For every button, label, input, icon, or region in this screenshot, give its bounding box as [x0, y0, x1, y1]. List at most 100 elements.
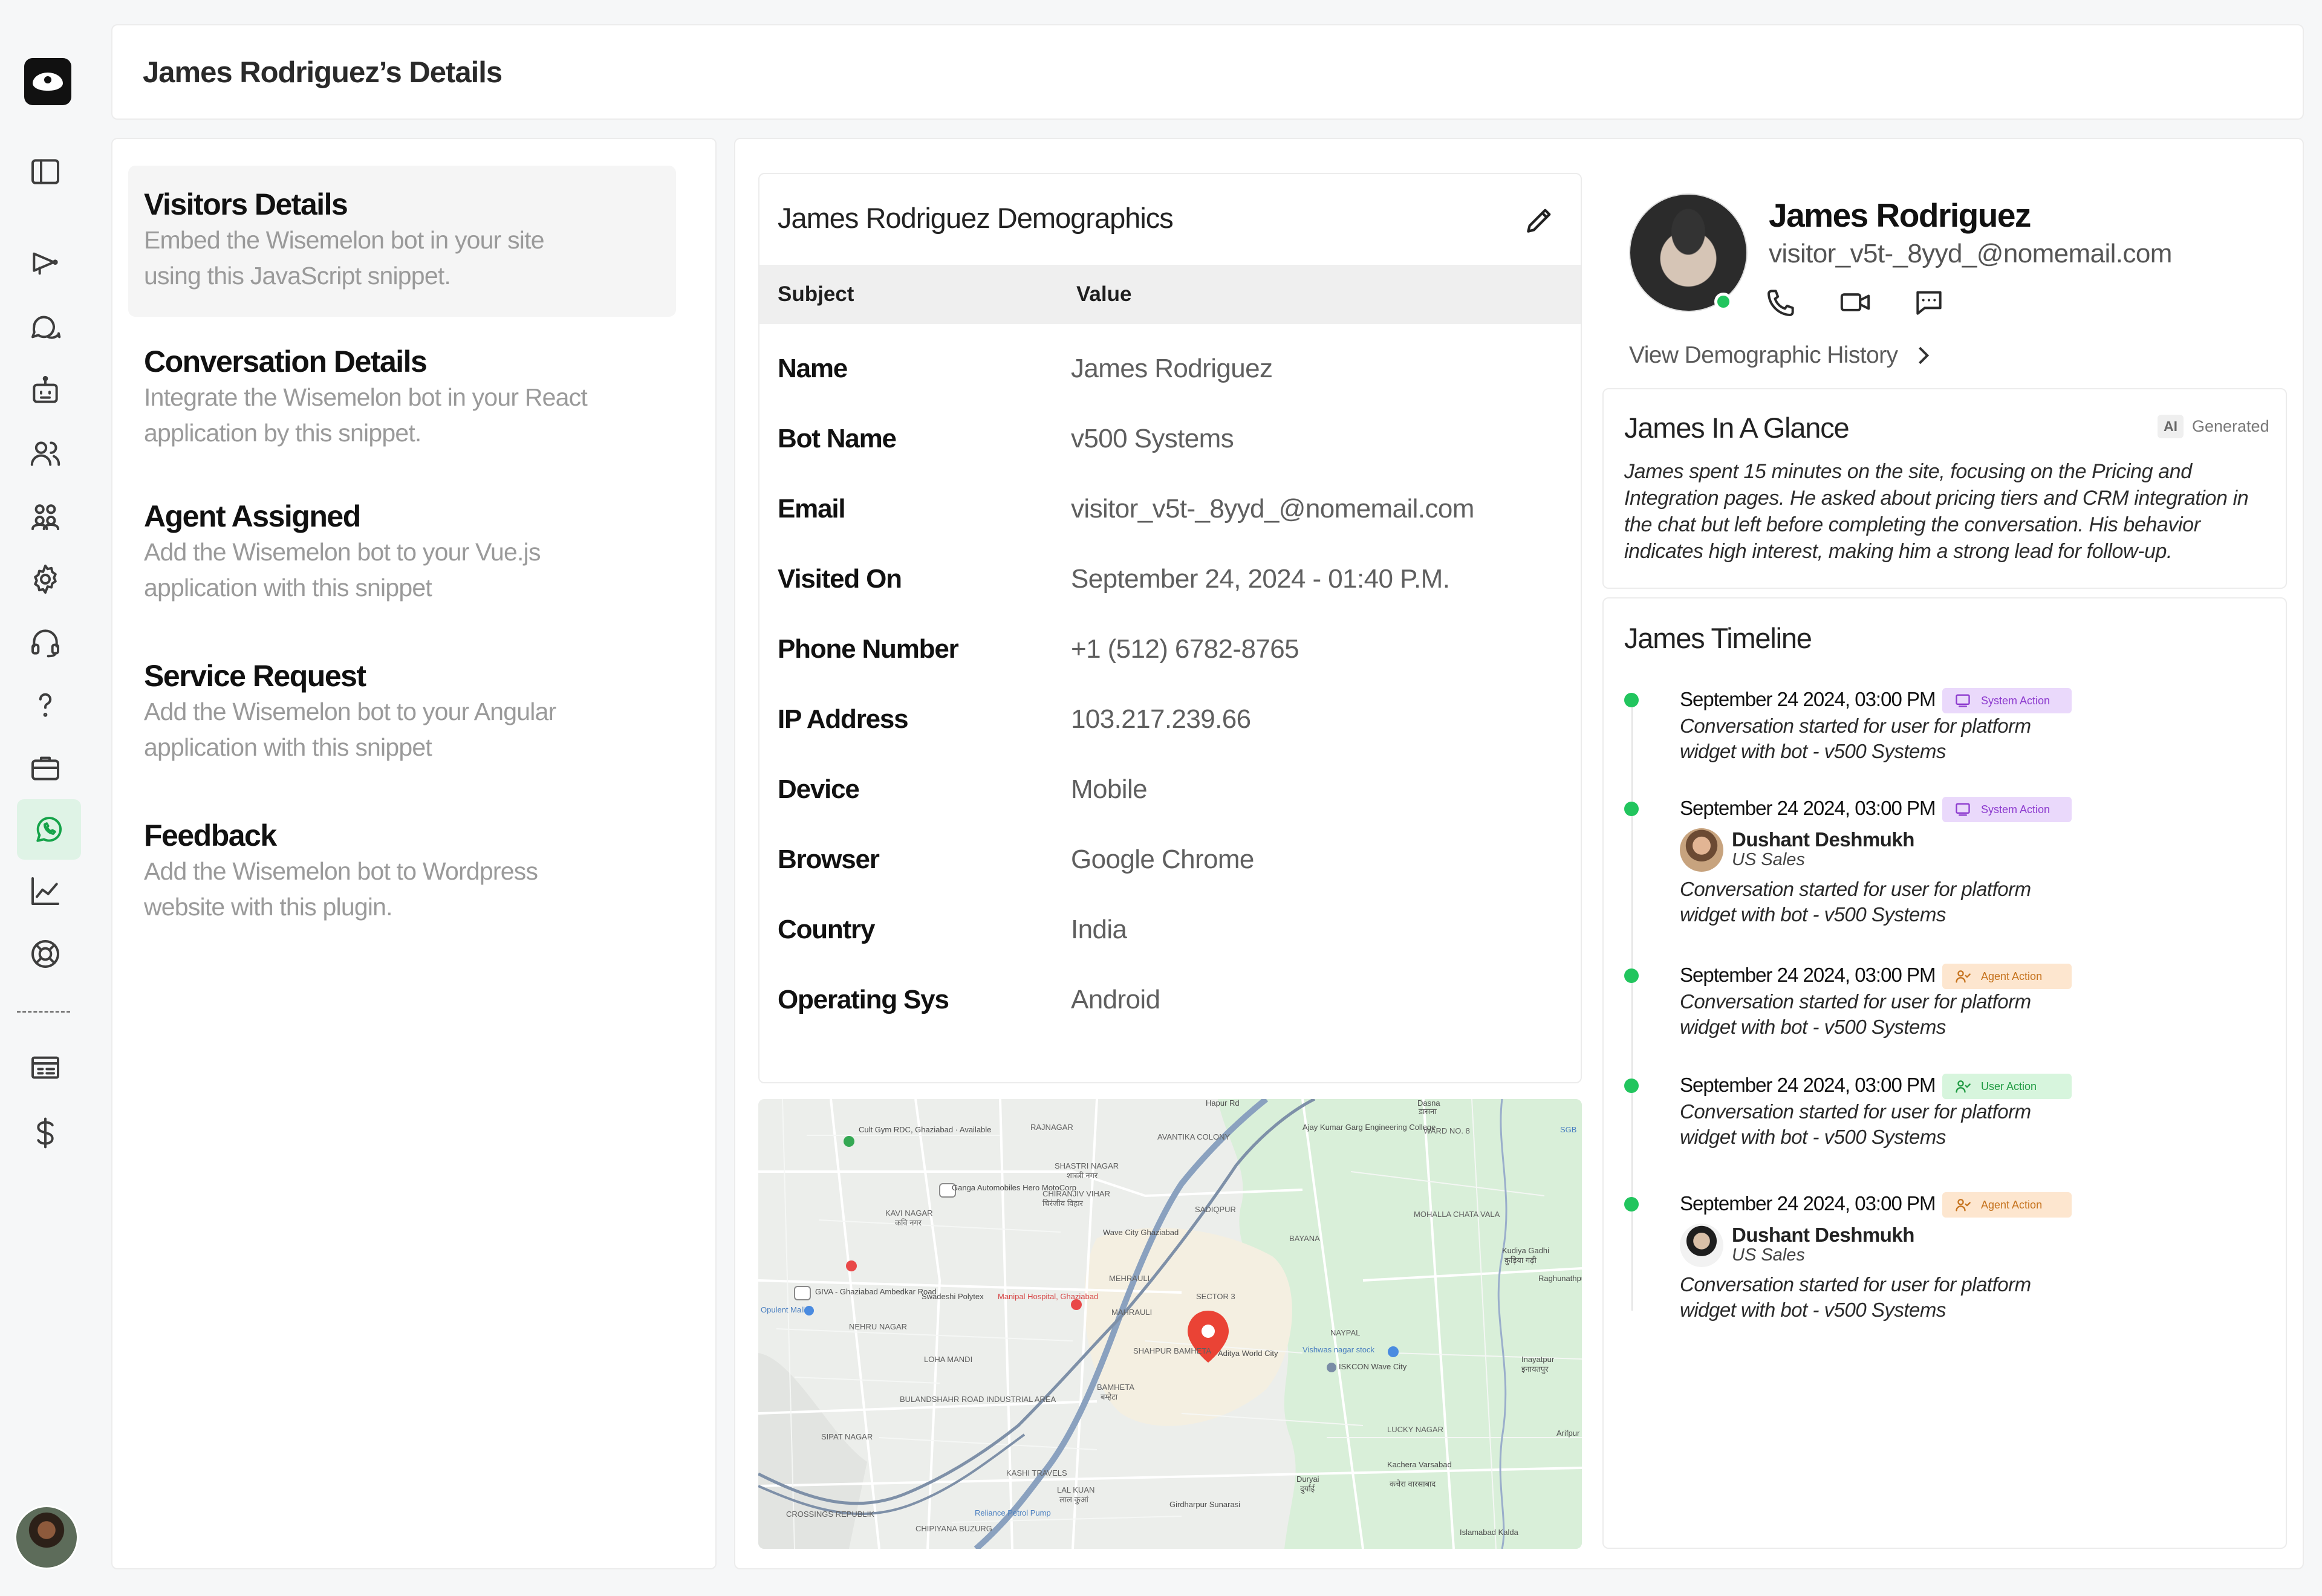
map-label: LAL KUAN — [1057, 1485, 1095, 1494]
nav-service-request[interactable]: Service Request Add the Wisemelon bot to… — [128, 637, 676, 765]
row-key: Visited On — [778, 564, 902, 594]
row-value: Android — [1071, 985, 1160, 1014]
timeline-date: September 24 2024, 03:00 PM — [1680, 797, 1936, 819]
timeline-title: James Timeline — [1624, 622, 1812, 654]
row-key: Device — [778, 774, 860, 804]
help-icon[interactable] — [24, 683, 67, 727]
table-row: Bot Name v500 Systems — [759, 404, 1581, 474]
nav-agent-assigned[interactable]: Agent Assigned Add the Wisemelon bot to … — [128, 478, 676, 606]
online-status-dot — [1714, 293, 1732, 311]
chevron-right-icon — [1919, 346, 1930, 365]
timeline-desc: Conversation started for user for platfo… — [1680, 715, 2031, 762]
timeline-desc: Conversation started for user for platfo… — [1680, 1100, 2031, 1148]
row-value: visitor_v5t-_8yyd_@nomemail.com — [1071, 494, 1474, 524]
generated-label: Generated — [2192, 417, 2269, 435]
map-label: चिरंजीव विहार — [1042, 1199, 1083, 1208]
details-nav: Visitors Details Embed the Wisemelon bot… — [111, 138, 717, 1569]
col-value: Value — [1076, 282, 1132, 306]
lifebuoy-icon[interactable] — [24, 932, 67, 976]
map-label: KAVI NAGAR — [885, 1208, 933, 1218]
team-icon[interactable] — [24, 495, 67, 538]
map-label: Manipal Hospital, Ghaziabad — [998, 1292, 1099, 1301]
nav-item-desc: Embed the Wisemelon bot in your site usi… — [144, 226, 545, 290]
map-label: Aditya World City — [1218, 1349, 1278, 1358]
map-label: Cult Gym RDC, Ghaziabad · Available — [859, 1125, 992, 1134]
table-row: Device Mobile — [759, 754, 1581, 825]
user-check-icon — [1956, 1080, 1971, 1093]
map-label: MOHALLA CHATA VALA — [1414, 1210, 1500, 1219]
whatsapp-icon[interactable] — [17, 799, 81, 860]
table-row: Country India — [759, 895, 1581, 965]
map-label: SHASTRI NAGAR — [1055, 1161, 1119, 1170]
map-label: Opulent Mall — [761, 1305, 805, 1314]
map-label: कवि नगर — [895, 1218, 922, 1227]
map-label: दुर्याई — [1300, 1484, 1315, 1493]
map-label: LUCKY NAGAR — [1387, 1425, 1443, 1434]
tag-label: Agent Action — [1981, 1198, 2043, 1211]
briefcase-icon[interactable] — [24, 746, 67, 790]
map-label: KASHI TRAVELS — [1006, 1468, 1067, 1478]
map-label: ISKCON Wave City — [1339, 1362, 1407, 1371]
row-key: IP Address — [778, 704, 909, 734]
bot-icon[interactable] — [24, 369, 67, 412]
map-label: SGB — [1560, 1125, 1577, 1134]
nav-conversation-details[interactable]: Conversation Details Integrate the Wisem… — [128, 323, 676, 451]
map-label: Vishwas nagar stock — [1302, 1345, 1374, 1354]
ai-generated-badge: AI Generated — [2158, 415, 2269, 438]
row-key: Browser — [778, 845, 880, 874]
table-row: Name James Rodriguez — [759, 334, 1581, 404]
map-label: Kudiya Gadhi — [1502, 1246, 1550, 1255]
map-label: Inayatpur — [1521, 1355, 1555, 1364]
profile-name: James Rodriguez — [1769, 196, 2031, 234]
chat-bubbles-icon[interactable] — [24, 305, 67, 349]
sidebar-separator — [17, 1011, 70, 1013]
map-label: Dasna — [1417, 1099, 1440, 1108]
users-icon[interactable] — [24, 432, 67, 475]
nav-item-title: Service Request — [144, 659, 366, 693]
chart-icon[interactable] — [24, 869, 67, 913]
nav-item-title: Agent Assigned — [144, 499, 361, 533]
monitor-icon — [1956, 694, 1970, 707]
map-label: कचेरा वारसाबाद — [1390, 1479, 1436, 1488]
nav-visitors-details[interactable]: Visitors Details Embed the Wisemelon bot… — [128, 166, 676, 317]
map-label: SIPAT NAGAR — [821, 1432, 873, 1441]
gear-icon[interactable] — [24, 557, 67, 601]
row-key: Bot Name — [778, 424, 897, 453]
map-label: BAMHETA — [1097, 1383, 1134, 1392]
invoice-icon[interactable] — [24, 1046, 67, 1089]
demographics-card: James Rodriguez Demographics Subject Val… — [758, 173, 1582, 1083]
map-label: AVANTIKA COLONY — [1157, 1132, 1231, 1141]
timeline-date: September 24 2024, 03:00 PM — [1680, 1192, 1936, 1215]
map-label: Arifpur — [1556, 1429, 1580, 1438]
row-value: v500 Systems — [1071, 424, 1234, 453]
headset-icon[interactable] — [24, 620, 67, 664]
phone-icon[interactable] — [1764, 285, 1798, 319]
nav-item-desc: Add the Wisemelon bot to your Angular ap… — [144, 698, 556, 761]
map-label: MAHRAULI — [1111, 1308, 1153, 1317]
message-icon[interactable] — [1912, 285, 1946, 319]
location-map[interactable]: SHASTRI NAGAR शास्त्री नगर CHIRANJIV VIH… — [758, 1099, 1582, 1549]
logo-icon[interactable] — [24, 58, 71, 105]
timeline-date: September 24 2024, 03:00 PM — [1680, 688, 1936, 710]
nav-feedback[interactable]: Feedback Add the Wisemelon bot to Wordpr… — [128, 797, 676, 925]
row-key: Name — [778, 354, 848, 383]
map-label: NEHRU NAGAR — [849, 1322, 908, 1331]
agent-role: US Sales — [1732, 850, 1805, 869]
timeline-dot — [1624, 968, 1639, 983]
map-label: Hapur Rd — [1206, 1099, 1240, 1108]
user-avatar[interactable] — [15, 1505, 79, 1569]
agent-action-tag: Agent Action — [1942, 1192, 2072, 1218]
video-icon[interactable] — [1838, 285, 1872, 319]
row-value: India — [1071, 915, 1127, 944]
dollar-icon[interactable] — [24, 1111, 67, 1155]
edit-icon[interactable] — [1523, 203, 1556, 237]
history-link-label: View Demographic History — [1629, 342, 1898, 368]
sidebar-panel-icon[interactable] — [24, 150, 67, 193]
agent-avatar — [1680, 1224, 1723, 1267]
map-label: शास्त्री नगर — [1067, 1171, 1098, 1180]
megaphone-icon[interactable] — [24, 242, 67, 285]
view-demographic-history-link[interactable]: View Demographic History — [1629, 342, 1936, 369]
timeline-desc: Conversation started for user for platfo… — [1680, 878, 2031, 926]
agent-action-tag: Agent Action — [1942, 964, 2072, 989]
timeline-dot — [1624, 1079, 1639, 1093]
